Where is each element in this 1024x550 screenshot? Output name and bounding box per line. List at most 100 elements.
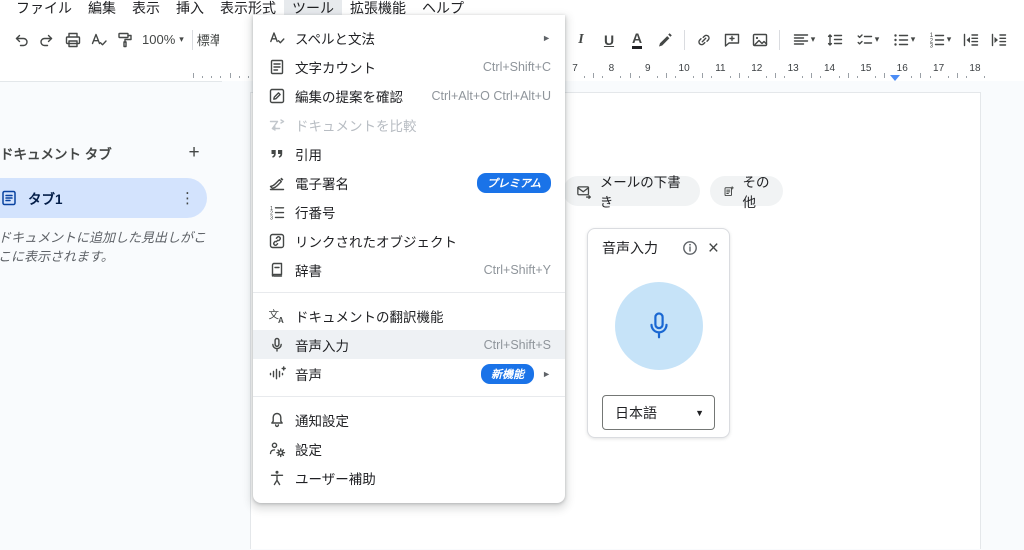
- close-icon[interactable]: ×: [708, 239, 719, 258]
- person-gear-icon: [268, 440, 286, 458]
- sidebar-header: ドキュメント タブ +: [0, 141, 206, 165]
- zoom-select[interactable]: 100% ▾: [138, 32, 188, 47]
- menu-item-shortcut: Ctrl+Shift+Y: [484, 263, 551, 277]
- toolbar-right-group: I U A ▾ ▾ ▾ 123: [568, 21, 1012, 58]
- menu-item-linked-objects[interactable]: リンクされたオブジェクト: [253, 226, 565, 255]
- menu-item-preferences[interactable]: 設定: [253, 434, 565, 463]
- bulleted-list-button[interactable]: ▾: [886, 27, 920, 53]
- spellcheck-button[interactable]: [86, 27, 112, 53]
- undo-icon: [11, 30, 31, 50]
- tools-dropdown-menu: スペルと文法 ► 文字カウント Ctrl+Shift+C 編集の提案を確認 Ct…: [253, 15, 565, 503]
- toolbar-separator: [192, 30, 193, 50]
- add-tab-button[interactable]: +: [182, 141, 206, 165]
- ruler-tick: [639, 76, 640, 79]
- menu-item-label: 音声入力: [295, 335, 484, 355]
- menu-item-voice-typing[interactable]: 音声入力 Ctrl+Shift+S: [253, 330, 565, 359]
- tab-options-button[interactable]: ⋮: [180, 189, 195, 207]
- chevron-down-icon: ▾: [947, 34, 952, 45]
- menu-item-label: ユーザー補助: [295, 468, 551, 488]
- ruler-tick: [220, 76, 221, 79]
- more-chip[interactable]: その他: [710, 176, 783, 206]
- email-draft-icon: [576, 183, 592, 200]
- text-color-icon: A: [632, 31, 642, 49]
- ruler-tick: [620, 76, 621, 79]
- ruler-number: 18: [969, 63, 980, 74]
- microphone-button[interactable]: [615, 282, 703, 370]
- menu-item-label: 音声: [295, 364, 481, 384]
- ruler-number: 10: [679, 63, 690, 74]
- ruler-tick: [811, 73, 812, 78]
- menu-item-review-suggested-edits[interactable]: 編集の提案を確認 Ctrl+Alt+O Ctrl+Alt+U: [253, 81, 565, 110]
- indent-marker[interactable]: [890, 75, 900, 81]
- ruler-number: 16: [897, 63, 908, 74]
- sidebar-tab-item[interactable]: タブ1 ⋮: [0, 178, 207, 218]
- ruler-tick: [748, 76, 749, 79]
- numbered-list-button[interactable]: 123 ▾: [922, 27, 956, 53]
- email-draft-chip-label: メールの下書き: [600, 171, 687, 211]
- align-button[interactable]: ▾: [786, 27, 820, 53]
- paragraph-style-select[interactable]: 標準: [197, 30, 219, 49]
- toolbar-separator: [684, 30, 685, 50]
- menubar-item-insert[interactable]: 挿入: [168, 0, 212, 21]
- menu-item-citations[interactable]: 引用: [253, 139, 565, 168]
- decrease-indent-button[interactable]: [958, 27, 984, 53]
- line-spacing-button[interactable]: [822, 27, 848, 53]
- menu-item-dictionary[interactable]: 辞書 Ctrl+Shift+Y: [253, 255, 565, 284]
- ruler-tick: [711, 76, 712, 79]
- dictionary-icon: [268, 261, 286, 279]
- tab-label: タブ1: [28, 188, 180, 208]
- ruler-tick: [630, 73, 631, 78]
- menu-item-accessibility[interactable]: ユーザー補助: [253, 463, 565, 492]
- paint-format-button[interactable]: [112, 27, 138, 53]
- ruler-tick: [957, 73, 958, 78]
- underline-button[interactable]: U: [596, 27, 622, 53]
- ruler-number: 7: [572, 63, 578, 74]
- menu-item-notification-settings[interactable]: 通知設定: [253, 405, 565, 434]
- menubar-item-edit[interactable]: 編集: [80, 0, 124, 21]
- spellcheck-icon: [89, 30, 109, 50]
- language-value: 日本語: [615, 403, 695, 423]
- link-icon: [694, 30, 714, 50]
- menu-item-label: 通知設定: [295, 410, 551, 430]
- menu-item-voice[interactable]: 音声 新機能 ►: [253, 359, 565, 388]
- increase-indent-button[interactable]: [986, 27, 1012, 53]
- ruler-tick: [839, 76, 840, 79]
- insert-image-button[interactable]: [747, 27, 773, 53]
- underline-icon: U: [604, 32, 614, 48]
- ruler-tick: [193, 73, 194, 78]
- checklist-button[interactable]: ▾: [850, 27, 884, 53]
- italic-button[interactable]: I: [568, 27, 594, 53]
- text-color-button[interactable]: A: [624, 27, 650, 53]
- redo-button[interactable]: [34, 27, 60, 53]
- image-icon: [750, 30, 770, 50]
- menu-item-label: 文字カウント: [295, 57, 483, 77]
- ruler-tick: [775, 73, 776, 78]
- citations-icon: [268, 145, 286, 163]
- checklist-icon: [855, 30, 875, 50]
- menu-item-word-count[interactable]: 文字カウント Ctrl+Shift+C: [253, 52, 565, 81]
- info-icon[interactable]: [682, 240, 698, 256]
- print-button[interactable]: [60, 27, 86, 53]
- word-count-icon: [268, 58, 286, 76]
- menu-item-line-numbers[interactable]: 123 行番号: [253, 197, 565, 226]
- add-comment-button[interactable]: [719, 27, 745, 53]
- email-draft-chip[interactable]: メールの下書き: [563, 176, 700, 206]
- undo-button[interactable]: [8, 27, 34, 53]
- menu-item-label: スペルと文法: [295, 28, 534, 48]
- ruler-tick: [730, 76, 731, 79]
- chevron-down-icon: ▾: [179, 34, 184, 45]
- menu-item-spell-grammar[interactable]: スペルと文法 ►: [253, 23, 565, 52]
- highlight-color-button[interactable]: [652, 27, 678, 53]
- menu-item-translate-document[interactable]: 文A ドキュメントの翻訳機能: [253, 301, 565, 330]
- language-select[interactable]: 日本語 ▼: [602, 395, 715, 430]
- ruler-number: 8: [609, 63, 615, 74]
- menubar-item-view[interactable]: 表示: [124, 0, 168, 21]
- ruler-tick: [802, 76, 803, 79]
- menubar-item-file[interactable]: ファイル: [8, 0, 80, 21]
- ruler-tick: [239, 76, 240, 79]
- menu-item-compare-documents: ドキュメントを比較: [253, 110, 565, 139]
- submenu-arrow-icon: ►: [542, 33, 551, 43]
- insert-link-button[interactable]: [691, 27, 717, 53]
- menu-item-esignature[interactable]: 電子署名 プレミアム: [253, 168, 565, 197]
- ruler-number: 17: [933, 63, 944, 74]
